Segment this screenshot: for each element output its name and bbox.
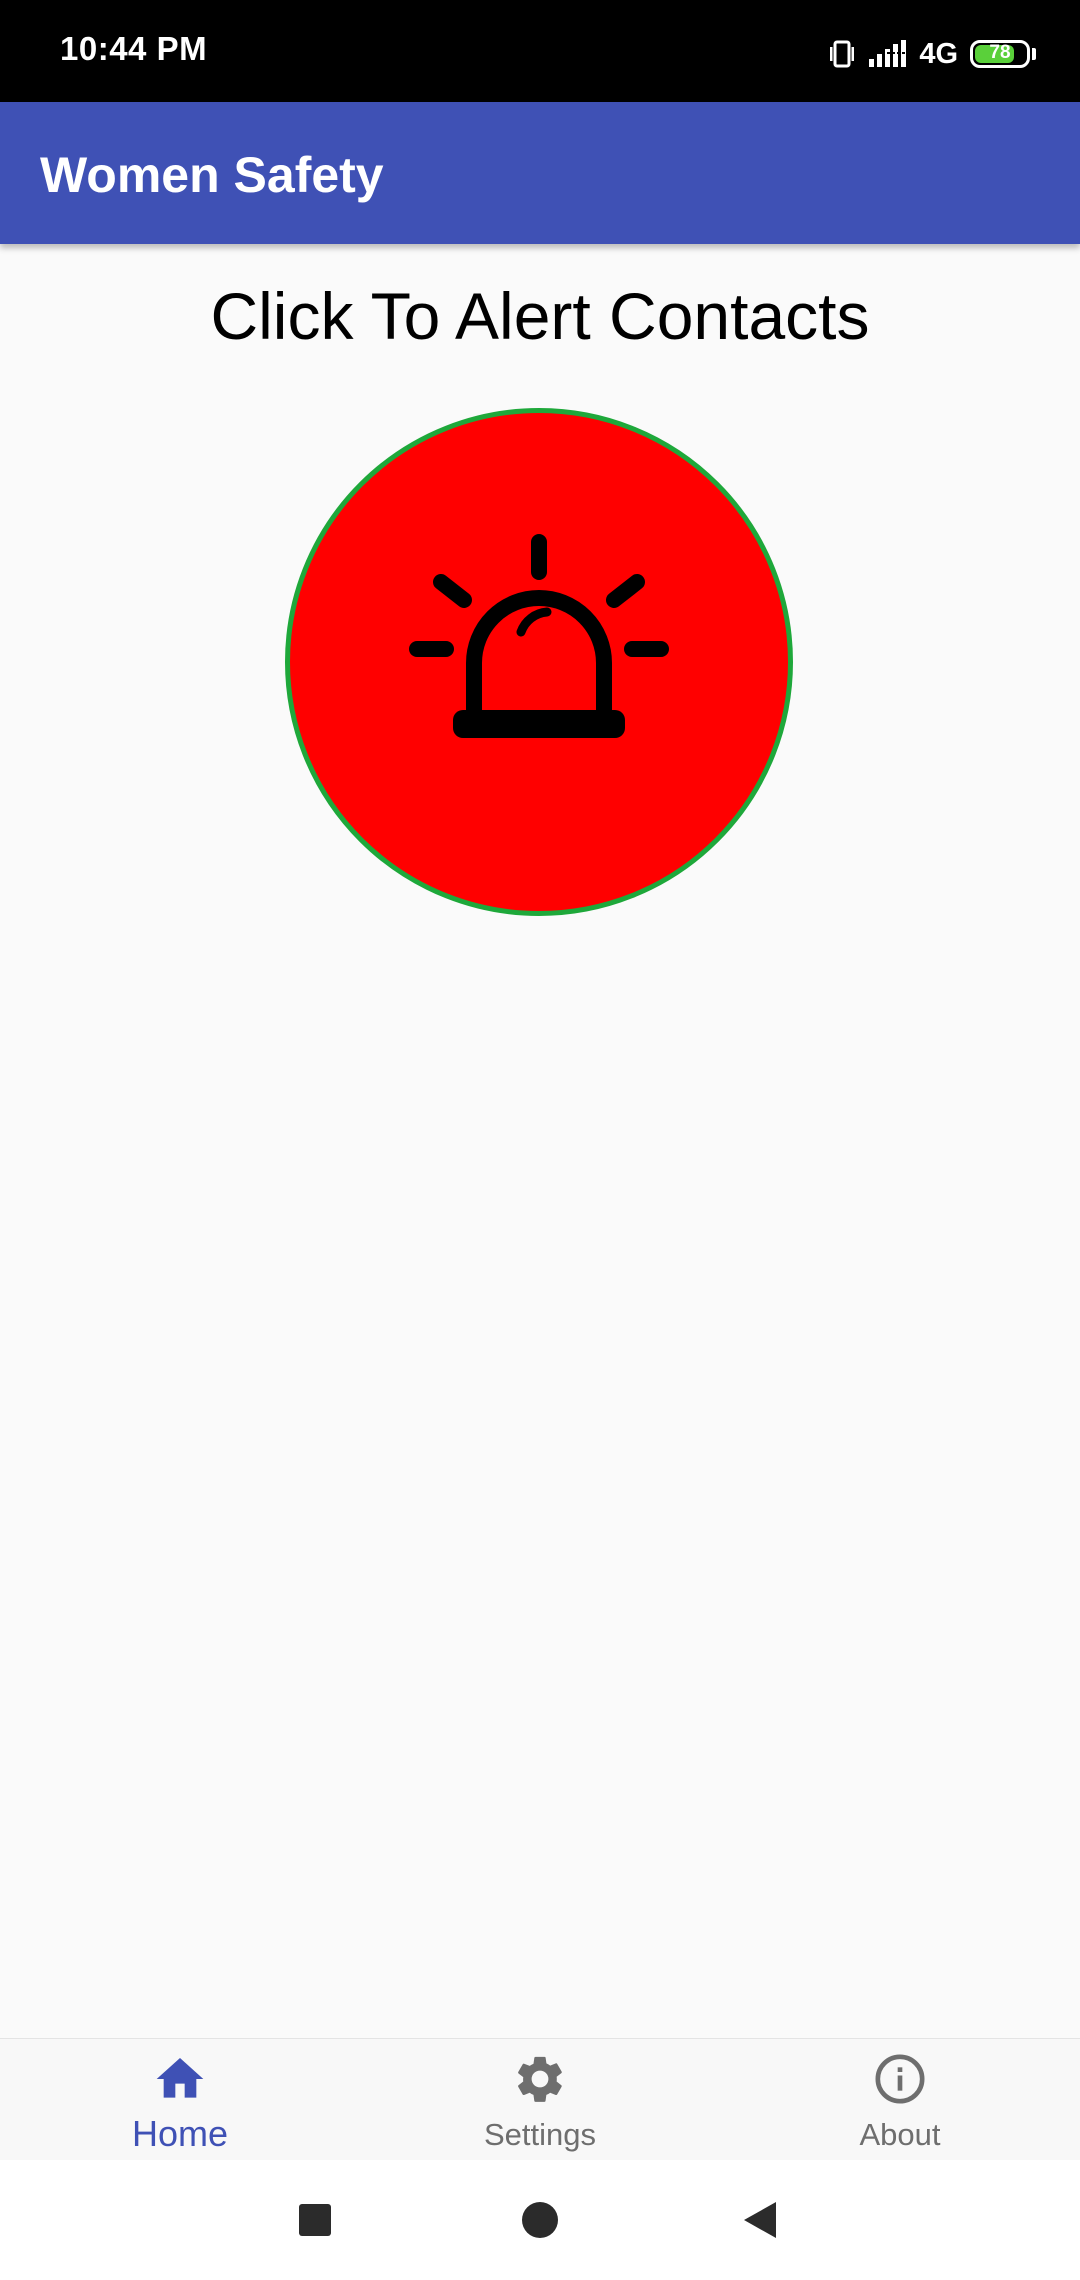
nav-settings[interactable]: Settings	[360, 2039, 720, 2161]
status-icons: 4G 78	[829, 34, 1036, 74]
app-title: Women Safety	[40, 147, 384, 203]
recent-apps-icon[interactable]	[295, 2200, 335, 2240]
home-button-icon[interactable]	[520, 2200, 560, 2240]
home-icon	[156, 2058, 204, 2098]
nav-about-label: About	[859, 2117, 941, 2152]
nav-settings-label: Settings	[483, 2117, 596, 2152]
back-icon[interactable]	[740, 2200, 780, 2240]
system-navigation-bar	[0, 2160, 1080, 2280]
alert-heading: Click To Alert Contacts	[210, 279, 870, 353]
bottom-navigation: Home Settings About	[0, 2038, 1080, 2160]
nav-about[interactable]: About	[720, 2039, 1080, 2161]
nav-home-label: Home	[131, 2113, 229, 2154]
battery-icon: 78	[970, 40, 1030, 68]
info-icon	[875, 2054, 925, 2104]
siren-icon	[409, 534, 669, 738]
alert-contacts-button[interactable]	[285, 408, 793, 916]
status-bar: 10:44 PM 4G 78	[0, 0, 1080, 102]
app-bar: Women Safety	[0, 102, 1080, 244]
vibrate-icon	[830, 40, 855, 68]
status-time: 10:44 PM	[60, 30, 208, 67]
battery-level-text: 78	[989, 42, 1011, 63]
nav-home[interactable]: Home	[0, 2039, 360, 2161]
signal-strength-icon	[867, 40, 908, 67]
battery-tip	[1032, 48, 1036, 60]
network-type-label: 4G	[919, 37, 958, 70]
gear-icon	[518, 2056, 562, 2102]
screen: 10:44 PM 4G 78 Women Safety Click To Ale…	[0, 0, 1080, 2280]
